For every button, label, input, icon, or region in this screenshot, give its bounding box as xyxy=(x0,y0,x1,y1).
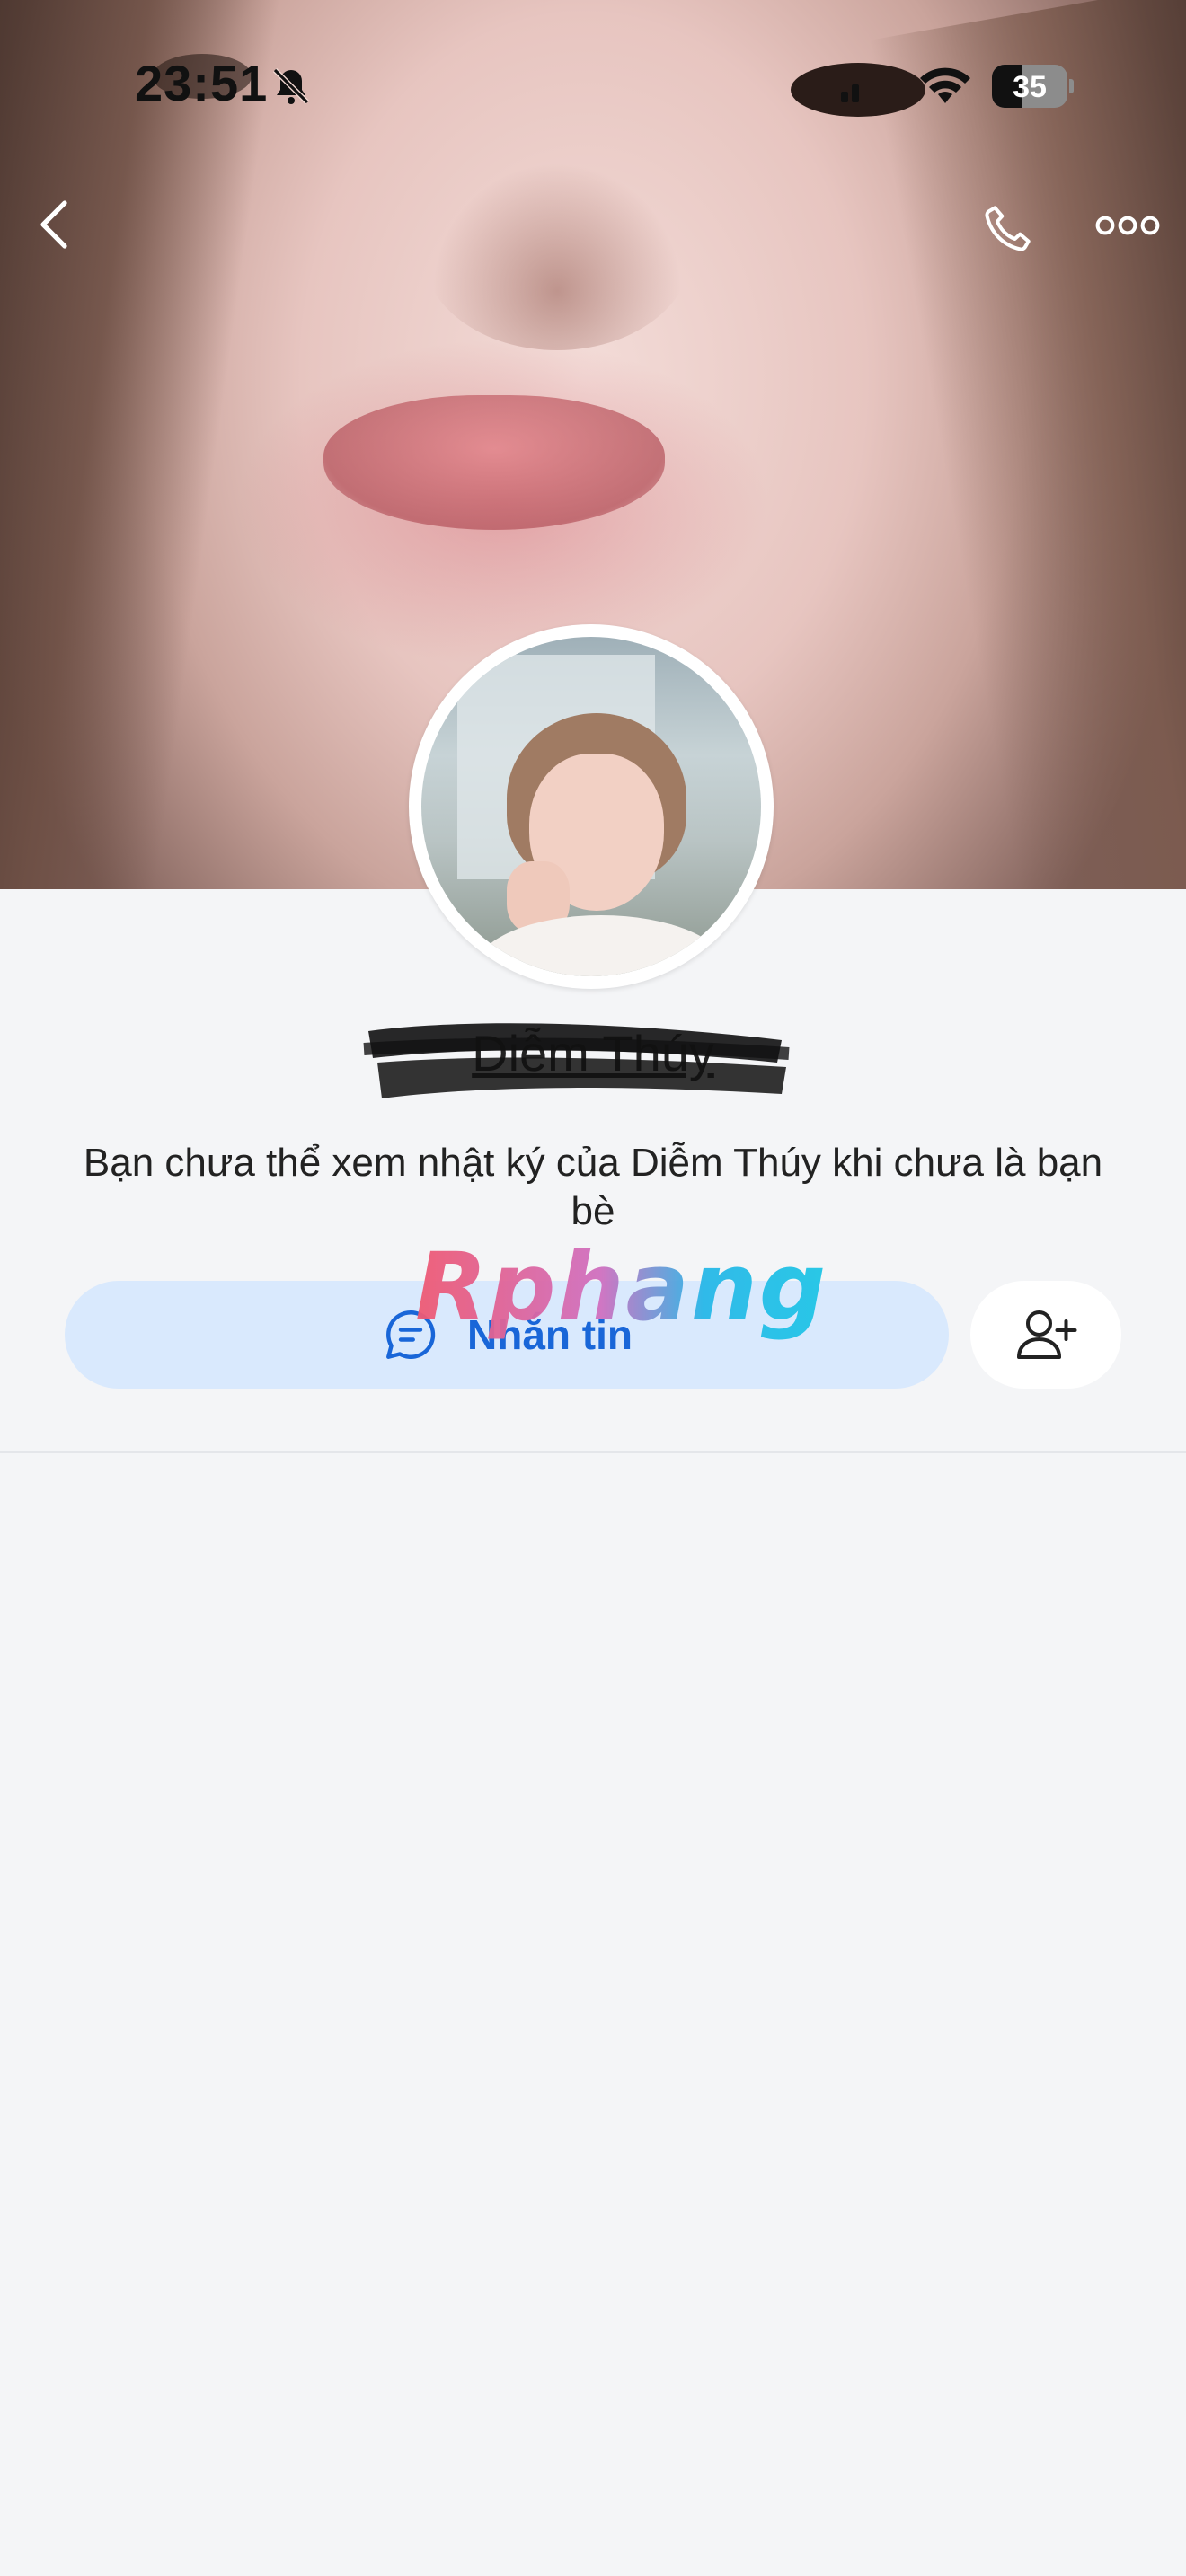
friend-notice: Bạn chưa thể xem nhật ký của Diễm Thúy k… xyxy=(83,1141,1103,1233)
battery-icon: 35 xyxy=(992,65,1074,108)
cover-nose xyxy=(422,153,692,350)
add-friend-icon xyxy=(1017,1310,1077,1359)
wifi-icon xyxy=(920,67,970,103)
cover-lips xyxy=(323,395,665,530)
battery-level: 35 xyxy=(1013,70,1047,104)
more-dots-icon[interactable] xyxy=(1094,210,1161,241)
avatar[interactable] xyxy=(409,624,774,989)
chevron-left-icon[interactable] xyxy=(36,199,72,250)
avatar-photo xyxy=(421,637,761,976)
status-time: 23:51 xyxy=(135,55,269,111)
bell-slash-icon xyxy=(272,67,310,105)
phone-icon[interactable] xyxy=(979,199,1037,257)
status-bar: 23:51 35 xyxy=(0,0,1186,171)
add-friend-button[interactable] xyxy=(970,1281,1121,1389)
redaction-scribble xyxy=(363,1023,790,1098)
signal-icon xyxy=(841,84,859,102)
section-divider xyxy=(0,1451,1186,1453)
watermark-logo: Rphang xyxy=(415,1232,828,1342)
